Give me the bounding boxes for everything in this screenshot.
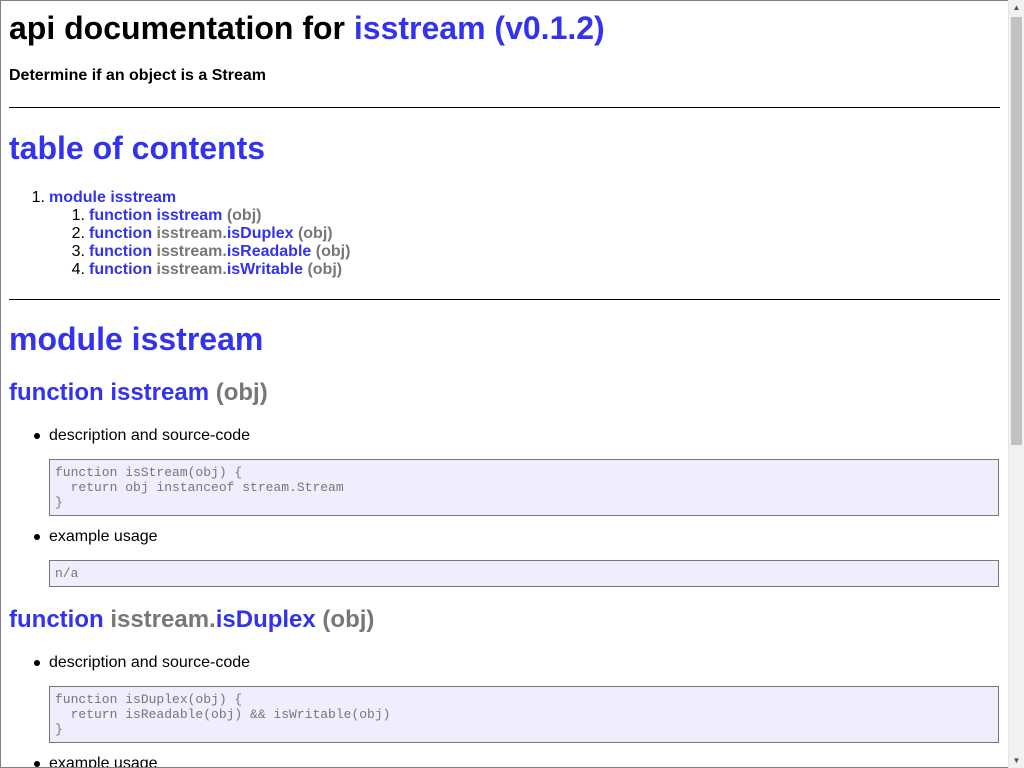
toc-number: 4. <box>71 261 85 278</box>
toc-number: 1. <box>31 189 45 206</box>
toc-function-name: isstream <box>156 207 223 224</box>
function-name: isDuplex <box>215 606 316 633</box>
list-item: example usage <box>34 755 158 768</box>
toc-function-name: isWritable <box>226 261 303 278</box>
toc-link-iswritable[interactable]: function isstream.isWritable (obj) <box>89 261 342 279</box>
toc-args: (obj) <box>307 261 343 278</box>
bullet-dot <box>34 660 40 666</box>
function-args: (obj) <box>215 379 268 406</box>
toc-link-isreadable[interactable]: function isstream.isReadable (obj) <box>89 243 350 261</box>
section-label: example usage <box>49 528 158 545</box>
scroll-down-arrow-icon[interactable]: ▼ <box>1009 753 1024 768</box>
example-code-block: n/a <box>49 560 999 587</box>
toc-heading: table of contents <box>9 130 266 166</box>
page-title: api documentation for isstream (v0.1.2) <box>9 11 605 45</box>
vertical-scrollbar[interactable]: ▲ ▼ <box>1008 0 1024 768</box>
toc-args: (obj) <box>315 243 351 260</box>
toc-keyword: function <box>89 243 153 260</box>
toc-function-name: isDuplex <box>226 225 294 242</box>
toc-prefix: isstream. <box>156 261 227 278</box>
toc-prefix: isstream. <box>156 243 227 260</box>
toc-prefix: isstream. <box>156 225 227 242</box>
function-keyword: function <box>9 606 104 633</box>
section-label: description and source-code <box>49 427 251 444</box>
toc-number: 2. <box>71 225 85 242</box>
toc-number: 1. <box>71 207 85 224</box>
divider <box>9 107 1000 108</box>
toc-keyword: function <box>89 207 153 224</box>
function-keyword: function <box>9 379 104 406</box>
divider <box>9 299 1000 300</box>
toc-number: 3. <box>71 243 85 260</box>
function-args: (obj) <box>322 606 375 633</box>
list-item: description and source-code <box>34 654 251 672</box>
bullet-dot <box>34 433 40 439</box>
section-label: example usage <box>49 755 158 768</box>
toc-module-link[interactable]: module isstream <box>49 189 176 207</box>
toc-args: (obj) <box>297 225 333 242</box>
bullet-dot <box>34 761 40 767</box>
toc-link-isstream[interactable]: function isstream (obj) <box>89 207 261 225</box>
list-item: description and source-code <box>34 427 251 445</box>
function-name: isstream <box>110 379 210 406</box>
toc-function-name: isReadable <box>226 243 312 260</box>
toc-link-isduplex[interactable]: function isstream.isDuplex (obj) <box>89 225 333 243</box>
scrollbar-thumb[interactable] <box>1011 17 1022 445</box>
function-prefix: isstream. <box>110 606 216 633</box>
title-prefix: api documentation for <box>9 10 345 46</box>
section-label: description and source-code <box>49 654 251 671</box>
toc-keyword: function <box>89 225 153 242</box>
list-item: example usage <box>34 528 158 546</box>
package-link[interactable]: isstream (v0.1.2) <box>354 10 605 46</box>
toc-keyword: function <box>89 261 153 278</box>
scroll-up-arrow-icon[interactable]: ▲ <box>1009 0 1024 15</box>
toc-args: (obj) <box>226 207 262 224</box>
source-code-block: function isDuplex(obj) { return isReadab… <box>49 686 999 743</box>
bullet-dot <box>34 534 40 540</box>
document-frame: api documentation for isstream (v0.1.2) … <box>0 0 1009 768</box>
module-heading: module isstream <box>9 321 264 357</box>
source-code-block: function isStream(obj) { return obj inst… <box>49 459 999 516</box>
package-description: Determine if an object is a Stream <box>9 67 266 84</box>
function-heading-isstream: function isstream (obj) <box>9 379 268 407</box>
function-heading-isduplex: function isstream.isDuplex (obj) <box>9 606 374 634</box>
